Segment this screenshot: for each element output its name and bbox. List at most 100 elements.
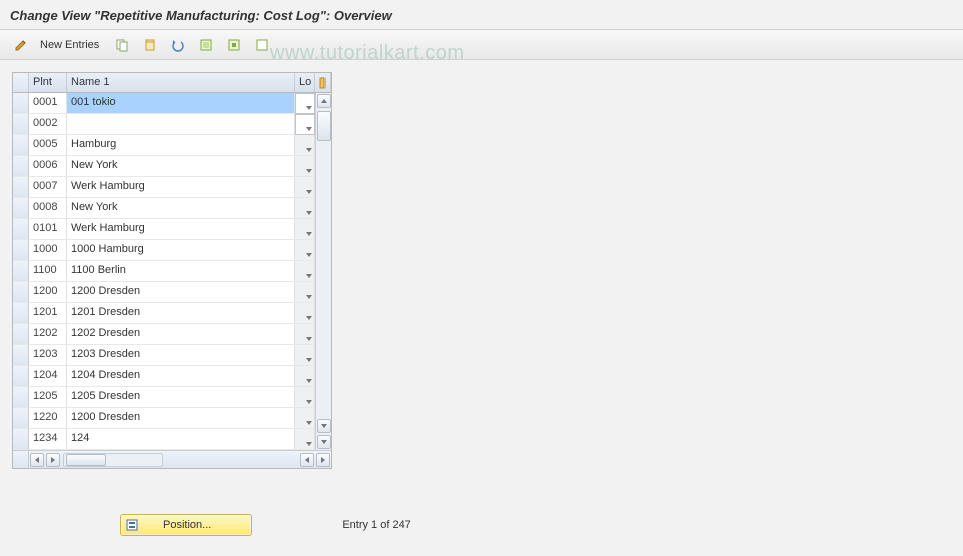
row-selector[interactable] <box>13 219 29 240</box>
cell-name[interactable] <box>67 114 295 135</box>
col-selector[interactable] <box>13 73 29 92</box>
row-selector[interactable] <box>13 240 29 261</box>
cell-plnt[interactable]: 1202 <box>29 324 67 345</box>
horizontal-scrollbar[interactable] <box>13 450 331 468</box>
cell-plnt[interactable]: 0005 <box>29 135 67 156</box>
cell-plnt[interactable]: 1220 <box>29 408 67 429</box>
col-plnt[interactable]: Plnt <box>29 73 67 92</box>
table-row[interactable]: 10001000 Hamburg <box>13 240 315 261</box>
cell-plnt[interactable]: 0007 <box>29 177 67 198</box>
cell-plnt[interactable]: 0101 <box>29 219 67 240</box>
cell-lo[interactable] <box>295 303 315 324</box>
cell-name[interactable]: Werk Hamburg <box>67 177 295 198</box>
cell-name[interactable]: 1100 Berlin <box>67 261 295 282</box>
cell-name[interactable]: Werk Hamburg <box>67 219 295 240</box>
configure-columns-icon[interactable] <box>315 73 331 92</box>
row-selector[interactable] <box>13 366 29 387</box>
col-lo[interactable]: Lo <box>295 73 315 92</box>
cell-name[interactable]: 1205 Dresden <box>67 387 295 408</box>
cell-lo[interactable] <box>295 282 315 303</box>
table-row[interactable]: 12041204 Dresden <box>13 366 315 387</box>
cell-plnt[interactable]: 1205 <box>29 387 67 408</box>
scroll-up-icon[interactable] <box>317 94 331 108</box>
hscroll-thumb[interactable] <box>66 454 106 466</box>
table-row[interactable]: 0101Werk Hamburg <box>13 219 315 240</box>
table-row[interactable]: 12001200 Dresden <box>13 282 315 303</box>
row-selector[interactable] <box>13 198 29 219</box>
cell-name[interactable]: New York <box>67 156 295 177</box>
cell-lo[interactable] <box>295 156 315 177</box>
cell-name[interactable]: 001 tokio <box>67 93 295 114</box>
cell-plnt[interactable]: 0006 <box>29 156 67 177</box>
scroll-down2-icon[interactable] <box>317 435 331 449</box>
cell-lo[interactable] <box>295 114 315 135</box>
deselect-all-icon[interactable] <box>251 35 273 55</box>
row-selector[interactable] <box>13 387 29 408</box>
cell-plnt[interactable]: 1100 <box>29 261 67 282</box>
row-selector[interactable] <box>13 324 29 345</box>
row-selector[interactable] <box>13 303 29 324</box>
row-selector[interactable] <box>13 261 29 282</box>
cell-name[interactable]: 1202 Dresden <box>67 324 295 345</box>
table-row[interactable]: 0007Werk Hamburg <box>13 177 315 198</box>
cell-lo[interactable] <box>295 93 315 114</box>
cell-plnt[interactable]: 1201 <box>29 303 67 324</box>
cell-name[interactable]: 1200 Dresden <box>67 408 295 429</box>
table-row[interactable]: 0001001 tokio <box>13 93 315 114</box>
col-name[interactable]: Name 1 <box>67 73 295 92</box>
table-row[interactable]: 0008New York <box>13 198 315 219</box>
undo-icon[interactable] <box>167 35 189 55</box>
cell-lo[interactable] <box>295 240 315 261</box>
scroll-thumb[interactable] <box>317 111 331 141</box>
cell-lo[interactable] <box>295 135 315 156</box>
select-block-icon[interactable] <box>223 35 245 55</box>
table-row[interactable]: 12011201 Dresden <box>13 303 315 324</box>
table-row[interactable]: 0005Hamburg <box>13 135 315 156</box>
cell-name[interactable]: 124 <box>67 429 295 450</box>
row-selector[interactable] <box>13 114 29 135</box>
scroll-left2-icon[interactable] <box>300 453 314 467</box>
cell-name[interactable]: 1204 Dresden <box>67 366 295 387</box>
cell-plnt[interactable]: 0002 <box>29 114 67 135</box>
cell-plnt[interactable]: 1234 <box>29 429 67 450</box>
cell-plnt[interactable]: 1204 <box>29 366 67 387</box>
cell-name[interactable]: 1200 Dresden <box>67 282 295 303</box>
toggle-display-change-icon[interactable] <box>10 35 32 55</box>
cell-lo[interactable] <box>295 198 315 219</box>
cell-lo[interactable] <box>295 177 315 198</box>
row-selector[interactable] <box>13 156 29 177</box>
row-selector[interactable] <box>13 282 29 303</box>
position-button[interactable]: Position... <box>120 514 252 536</box>
cell-lo[interactable] <box>295 429 315 450</box>
cell-lo[interactable] <box>295 366 315 387</box>
scroll-left-icon[interactable] <box>30 453 44 467</box>
cell-plnt[interactable]: 0008 <box>29 198 67 219</box>
delete-icon[interactable] <box>139 35 161 55</box>
table-row[interactable]: 1234124 <box>13 429 315 450</box>
cell-plnt[interactable]: 1200 <box>29 282 67 303</box>
table-row[interactable]: 0002 <box>13 114 315 135</box>
cell-name[interactable]: Hamburg <box>67 135 295 156</box>
new-entries-button[interactable]: New Entries <box>38 39 105 51</box>
cell-lo[interactable] <box>295 261 315 282</box>
table-row[interactable]: 12051205 Dresden <box>13 387 315 408</box>
cell-plnt[interactable]: 1203 <box>29 345 67 366</box>
select-all-icon[interactable] <box>195 35 217 55</box>
row-selector[interactable] <box>13 93 29 114</box>
cell-name[interactable]: 1000 Hamburg <box>67 240 295 261</box>
table-row[interactable]: 12021202 Dresden <box>13 324 315 345</box>
row-selector[interactable] <box>13 429 29 450</box>
table-row[interactable]: 12031203 Dresden <box>13 345 315 366</box>
cell-lo[interactable] <box>295 408 315 429</box>
scroll-track[interactable] <box>317 109 331 418</box>
scroll-right-inner-icon[interactable] <box>46 453 60 467</box>
cell-name[interactable]: New York <box>67 198 295 219</box>
row-selector[interactable] <box>13 408 29 429</box>
scroll-down-icon[interactable] <box>317 419 331 433</box>
cell-lo[interactable] <box>295 324 315 345</box>
table-row[interactable]: 12201200 Dresden <box>13 408 315 429</box>
table-row[interactable]: 11001100 Berlin <box>13 261 315 282</box>
vertical-scrollbar[interactable] <box>315 93 331 450</box>
cell-lo[interactable] <box>295 345 315 366</box>
cell-lo[interactable] <box>295 219 315 240</box>
